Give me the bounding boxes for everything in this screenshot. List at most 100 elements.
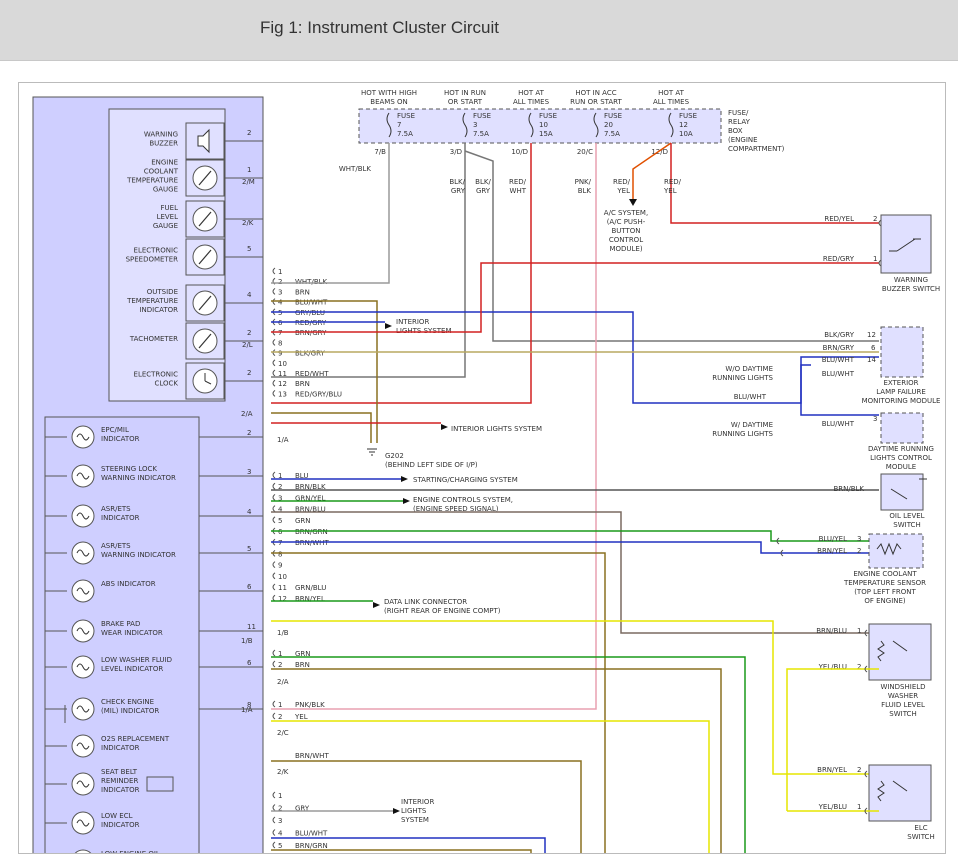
wire-color-label: BLU/WHT [734, 393, 767, 401]
indicator-label: INDICATOR [101, 514, 140, 522]
wiring-diagram: WARNINGBUZZER2ENGINECOOLANTTEMPERATUREGA… [32, 89, 940, 853]
wire-color-label: GRY [451, 187, 466, 195]
indicator-label: ASR/ETS [101, 542, 131, 550]
fuse-label: 7 [397, 121, 401, 129]
component-label: WARNING [894, 276, 928, 284]
pin-number: 2 [857, 663, 861, 671]
connector-a-pin [272, 359, 276, 367]
elc-switch [868, 764, 932, 822]
fuse-hot-label: ALL TIMES [513, 98, 550, 106]
pin-number: 1 [278, 701, 282, 709]
wire-red-wht [271, 143, 532, 404]
wire-color-label: YEL [663, 187, 677, 195]
gauge-label: SPEEDOMETER [126, 256, 179, 264]
wire-yel-blu [786, 668, 879, 811]
component-label: LIGHTS CONTROL [870, 454, 932, 462]
component-label: ELC [914, 824, 927, 832]
wire-brn-blu [271, 511, 879, 634]
arrow-icon [401, 476, 408, 482]
pin-number: 2 [247, 329, 251, 337]
indicator-label: REMINDER [101, 777, 138, 785]
pin-number: 1 [857, 803, 861, 811]
pin-number: 12 [867, 331, 876, 339]
fuse-label: FUSE [539, 112, 557, 120]
pin-number: 4 [278, 830, 283, 838]
seat-belt-module [146, 776, 174, 792]
pin-number: 1 [278, 792, 282, 800]
fuse-hot-label: HOT IN ACC [575, 89, 616, 97]
connector-label: 2/A [277, 678, 289, 686]
fuse-terminal: 10/D [511, 148, 528, 156]
connector-f-pin [272, 829, 276, 836]
indicator-label: WARNING INDICATOR [101, 551, 176, 559]
pin-number: 2 [278, 278, 282, 286]
indicator-label: SEAT BELT [101, 768, 138, 776]
arrow-icon [441, 424, 448, 430]
wire-color-label: WHT/BLK [295, 278, 328, 286]
destination-label: INTERIOR LIGHTS SYSTEM [451, 425, 542, 433]
indicator-label: STEERING LOCK [101, 465, 157, 473]
indicator-label: INDICATOR [101, 786, 140, 794]
wire-color-label: BLU/WHT [822, 356, 855, 364]
wire-color-label: RED/GRY/BLU [295, 390, 342, 398]
destination-label: DATA LINK CONNECTOR [384, 598, 467, 606]
component-label: (TOP LEFT FRONT [854, 588, 916, 596]
connector-b-pin [272, 471, 276, 479]
connector-label: 1/A [277, 436, 289, 444]
fuse-terminal: 3/D [450, 148, 462, 156]
indicator-label: LOW ENGINE OIL [101, 850, 160, 853]
fuse-hot-label: HOT AT [518, 89, 545, 97]
component-label: ENGINE COOLANT [853, 570, 917, 578]
connector-f-pin [272, 804, 276, 811]
connector-f-pin [272, 841, 276, 849]
fuse-label: 20 [604, 121, 613, 129]
pin-number: 4 [247, 508, 252, 516]
pin-number: 4 [278, 299, 283, 307]
pin-number: 2 [278, 661, 282, 669]
figure-header: Fig 1: Instrument Cluster Circuit [0, 0, 958, 61]
indicator-label: LOW WASHER FLUID [101, 656, 172, 664]
wire-yel-d [271, 720, 710, 853]
component-label: LAMP FAILURE [876, 388, 926, 396]
fuse-label: 7.5A [604, 130, 620, 138]
variant-label: RUNNING LIGHTS [712, 374, 773, 382]
ac-system-label: MODULE) [609, 245, 642, 253]
pin-number: 1 [247, 166, 251, 174]
gauge-label: TEMPERATURE [126, 297, 178, 305]
pin-number: 1 [278, 268, 282, 276]
wire-color-label: BLU/WHT [822, 370, 855, 378]
wire-color-label: BRN/YEL [817, 766, 847, 774]
arrow-icon [393, 808, 400, 814]
windshield-washer-switch [868, 623, 932, 681]
gauge-label: ENGINE [151, 159, 178, 167]
destination-label: ENGINE CONTROLS SYSTEM, [413, 496, 513, 504]
gauge-label: TACHOMETER [129, 335, 178, 343]
pin-number: 7 [278, 329, 282, 337]
component-label: SWITCH [889, 710, 916, 718]
connector-b-pin [272, 494, 276, 501]
wire-color-label: YEL/BLU [818, 663, 847, 671]
pin-number: 6 [278, 319, 283, 327]
gauge-label: LEVEL [157, 213, 179, 221]
component-label: MODULE [886, 463, 916, 471]
oil-level-switch [880, 473, 924, 511]
pin-number: 1 [873, 255, 877, 263]
component-label: SWITCH [893, 521, 920, 529]
pin-number: 2 [857, 766, 861, 774]
wire-color-label: RED/ [664, 178, 682, 186]
pin-number: 9 [278, 350, 282, 358]
wire-color-label: BRN [295, 288, 310, 296]
destination-label: LIGHTS SYSTEM [396, 327, 452, 335]
connector-a-pin [272, 288, 276, 295]
indicator-label: INDICATOR [101, 435, 140, 443]
fuse-hot-label: HOT IN RUN [444, 89, 486, 97]
pin-number: 2 [857, 547, 861, 555]
fuse-hot-label: BEAMS ON [370, 98, 407, 106]
ac-system-label: CONTROL [609, 236, 643, 244]
component-label: WINDSHIELD [880, 683, 925, 691]
fuse-box-label: COMPARTMENT) [728, 145, 785, 153]
wire-brn-yel [271, 620, 879, 775]
arrow-icon [403, 498, 410, 504]
connector-b-pin [272, 505, 276, 512]
indicator-label: LEVEL INDICATOR [101, 665, 163, 673]
